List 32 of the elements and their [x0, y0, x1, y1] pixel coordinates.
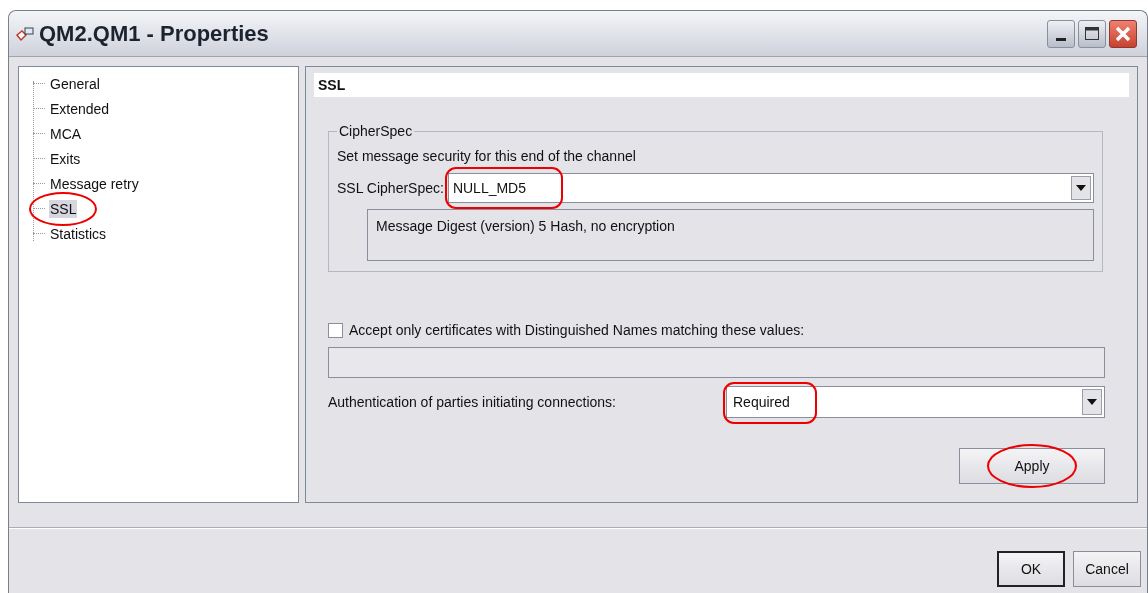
checkbox-label: Accept only certificates with Distinguished Names matching these values: [349, 321, 805, 340]
dropdown-value: NULL_MD5 [452, 178, 526, 198]
tree-item[interactable]: General [49, 74, 101, 93]
dropdown-arrow-icon [1076, 185, 1086, 191]
description-box: Message Digest (version) 5 Hash, no encryption [367, 209, 1094, 261]
window-title: QM2.QM1 - Properties [39, 20, 269, 48]
page-heading: SSL [314, 73, 1129, 97]
tree-item[interactable]: Message retry [49, 174, 140, 193]
field-label: Authentication of parties initiating connections: [328, 392, 617, 412]
field-label: SSL CipherSpec: [337, 178, 444, 198]
description-text: Set message security for this end of the channel [337, 147, 637, 166]
checkbox[interactable] [328, 323, 343, 338]
dropdown-arrow-icon [1087, 399, 1097, 405]
minimize-button[interactable] [1047, 19, 1075, 48]
close-icon [1115, 25, 1131, 42]
tree-item[interactable]: SSL [49, 199, 78, 218]
input-field[interactable] [328, 347, 1105, 378]
dropdown-value: Required [733, 392, 790, 412]
maximize-icon [1085, 27, 1099, 40]
cipherspec-dropdown[interactable]: NULL_MD5 [447, 173, 1094, 203]
dialog-button[interactable]: OK [997, 551, 1065, 587]
tree-item[interactable]: Exits [49, 149, 82, 168]
authentication-dropdown[interactable]: Required [726, 386, 1105, 418]
tree-item[interactable]: Statistics [49, 224, 107, 243]
close-button[interactable] [1109, 19, 1137, 48]
tree-item[interactable]: MCA [49, 124, 83, 143]
maximize-button[interactable] [1078, 19, 1106, 48]
group-legend: CipherSpec [337, 121, 415, 142]
dialog-button[interactable]: Cancel [1073, 551, 1141, 587]
tree-item[interactable]: Extended [49, 99, 111, 118]
window-icon [15, 24, 35, 43]
minimize-icon [1056, 37, 1066, 41]
